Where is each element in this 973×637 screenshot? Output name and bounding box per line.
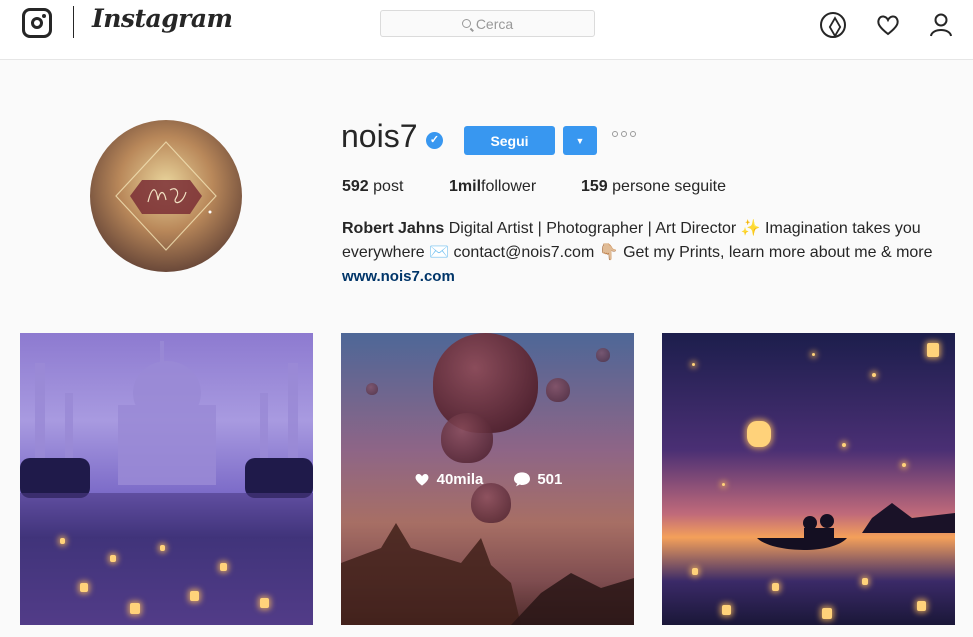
heart-filled-icon [415, 473, 429, 486]
followers-count[interactable]: 1milfollower [449, 178, 581, 196]
following-count-label: persone seguite [612, 178, 727, 195]
suggestions-dropdown-button[interactable]: ▼ [563, 126, 597, 155]
instagram-wordmark[interactable]: Instagram [92, 4, 233, 33]
post-hover-overlay: 40mila 501 [341, 333, 634, 625]
profile-username: nois7 [341, 118, 418, 154]
followers-count-value: 1mil [449, 178, 482, 195]
profile-full-name: Robert Jahns [342, 220, 445, 237]
posts-count-value: 592 [342, 178, 369, 195]
verified-badge-icon: ✓ [426, 132, 443, 149]
follow-button[interactable]: Segui [464, 126, 555, 155]
top-navigation: Instagram Cerca [0, 0, 973, 60]
posts-count: 592 post [342, 178, 449, 196]
following-count-value: 159 [581, 178, 608, 195]
post-tile[interactable] [662, 333, 955, 625]
likes-count: 40mila [413, 470, 484, 488]
search-input[interactable]: Cerca [380, 10, 595, 37]
profile-avatar [90, 120, 242, 272]
post-tile[interactable]: 40mila 501 [341, 333, 634, 625]
comments-count: 501 [513, 471, 562, 488]
profile-bio: Robert Jahns Digital Artist | Photograph… [342, 217, 967, 289]
taj-mahal-image [20, 341, 313, 625]
search-placeholder: Cerca [475, 15, 514, 32]
search-icon [461, 19, 471, 28]
explore-icon[interactable] [820, 12, 846, 38]
likes-count-value: 40mila [436, 470, 484, 488]
comment-bubble-icon [514, 472, 531, 487]
boat-silhouette [757, 503, 955, 551]
post-tile[interactable] [20, 333, 313, 625]
bio-website-link[interactable]: www.nois7.com [342, 265, 967, 289]
posts-count-label: post [373, 178, 404, 195]
instagram-logo-icon[interactable] [22, 8, 52, 38]
profile-icon[interactable] [928, 12, 954, 38]
nav-divider [73, 6, 74, 38]
followers-count-label: follower [481, 178, 537, 195]
profile-stats: 592 post 1milfollower 159 persone seguit… [342, 178, 726, 196]
heart-icon[interactable] [875, 12, 901, 38]
comments-count-value: 501 [537, 470, 563, 488]
more-options-icon[interactable] [612, 131, 636, 137]
following-count[interactable]: 159 persone seguite [581, 178, 726, 196]
